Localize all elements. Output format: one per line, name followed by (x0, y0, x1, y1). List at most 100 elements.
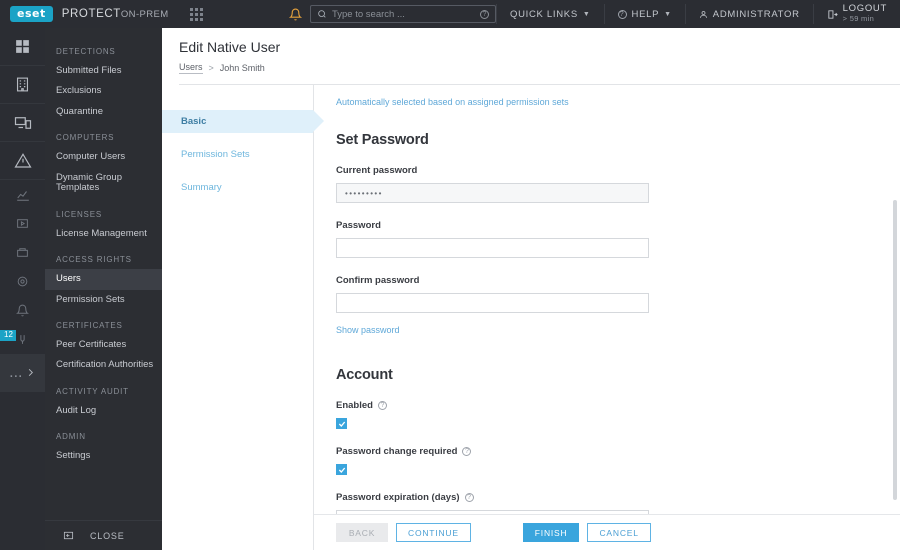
tab-basic[interactable]: Basic (162, 110, 324, 133)
reports-icon[interactable] (0, 180, 45, 209)
cancel-button[interactable]: CANCEL (587, 523, 651, 542)
sidebar-item-license-management[interactable]: License Management (45, 224, 162, 244)
sidebar-item-certification-authorities[interactable]: Certification Authorities (45, 355, 162, 375)
checkmark-icon (338, 467, 345, 473)
sidebar-close-button[interactable]: CLOSE (45, 520, 162, 550)
password-change-required-label: Password change required ? (336, 446, 900, 457)
status-overview-icon[interactable]: 12 (0, 325, 45, 354)
confirm-password-input[interactable] (336, 293, 649, 313)
sidebar-item-exclusions[interactable]: Exclusions (45, 81, 162, 101)
sidebar-item-permission-sets[interactable]: Permission Sets (45, 290, 162, 310)
tab-summary[interactable]: Summary (162, 176, 313, 199)
quick-links-label: QUICK LINKS (510, 8, 578, 20)
password-expiration-label-text: Password expiration (days) (336, 492, 460, 503)
brand-zone: eset PROTECTON-PREM (0, 0, 203, 28)
app-grid-icon[interactable] (189, 7, 203, 21)
set-password-heading: Set Password (336, 132, 429, 148)
help-circle-icon[interactable]: ? (377, 401, 387, 410)
help-circle-icon[interactable]: ? (462, 447, 472, 456)
password-change-required-label-text: Password change required (336, 446, 458, 457)
sidebar-group-admin: ADMIN Settings (45, 421, 162, 466)
detections-warning-icon[interactable] (0, 142, 45, 180)
help-circle-icon[interactable]: ? (464, 493, 474, 502)
finish-button[interactable]: FINISH (522, 523, 580, 542)
show-password-link[interactable]: Show password (336, 325, 400, 335)
top-header-bar: eset PROTECTON-PREM Type to search ... ?… (0, 0, 900, 28)
scrollbar-thumb[interactable] (893, 200, 897, 500)
enabled-field: Enabled ? (336, 400, 900, 429)
eset-logo[interactable]: eset (10, 6, 53, 22)
policies-icon[interactable] (0, 267, 45, 296)
rail-spacer (0, 392, 45, 550)
continue-button[interactable]: CONTINUE (396, 523, 471, 542)
wizard-content: Basic Permission Sets Summary Automatica… (162, 85, 900, 550)
rail-more-button[interactable]: ... (0, 354, 45, 392)
page-title: Edit Native User (179, 39, 281, 55)
chevron-down-icon: ▼ (582, 10, 591, 18)
quick-links-menu[interactable]: QUICK LINKS ▼ (497, 0, 604, 28)
installers-icon[interactable] (0, 238, 45, 267)
password-field: Password (336, 220, 900, 258)
logout-button[interactable]: LOGOUT > 59 min (814, 0, 900, 28)
auto-selected-note[interactable]: Automatically selected based on assigned… (336, 97, 569, 107)
sidebar-item-dynamic-group-templates[interactable]: Dynamic Group Templates (45, 168, 162, 199)
password-input[interactable] (336, 238, 649, 258)
help-circle-icon: ? (617, 9, 627, 19)
user-icon (699, 10, 707, 18)
vertical-scrollbar[interactable] (893, 85, 897, 550)
search-icon (318, 10, 326, 18)
sidebar-scroll-area: DETECTIONS Submitted Files Exclusions Qu… (45, 28, 162, 520)
sidebar-group-access-rights: ACCESS RIGHTS Users Permission Sets (45, 244, 162, 310)
status-badge: 12 (0, 330, 16, 341)
sidebar-group-detections: DETECTIONS Submitted Files Exclusions Qu… (45, 36, 162, 122)
sidebar-item-settings[interactable]: Settings (45, 446, 162, 466)
sidebar-group-title: ACCESS RIGHTS (56, 255, 132, 265)
notification-bell-icon[interactable] (283, 0, 310, 28)
notifications-icon[interactable] (0, 296, 45, 325)
breadcrumb-parent-link[interactable]: Users (179, 62, 203, 74)
collapse-panel-icon (63, 531, 74, 540)
product-name-main: PROTECT (61, 8, 121, 20)
user-name-label: ADMINISTRATOR (712, 8, 800, 20)
sidebar-item-audit-log[interactable]: Audit Log (45, 401, 162, 421)
sidebar-item-submitted-files[interactable]: Submitted Files (45, 61, 162, 81)
product-name: PROTECTON-PREM (62, 8, 169, 20)
search-input[interactable] (332, 8, 475, 20)
user-menu[interactable]: ADMINISTRATOR (686, 0, 813, 28)
page-header: Edit Native User Users > John Smith (162, 28, 900, 85)
password-label: Password (336, 220, 381, 231)
sidebar-item-peer-certificates[interactable]: Peer Certificates (45, 335, 162, 355)
building-icon[interactable] (0, 66, 45, 104)
enabled-checkbox[interactable] (336, 418, 347, 429)
computers-icon[interactable] (0, 104, 45, 142)
sidebar-item-computer-users[interactable]: Computer Users (45, 147, 162, 167)
wizard-tabs: Basic Permission Sets Summary (162, 85, 324, 550)
logout-icon (828, 9, 838, 19)
account-heading: Account (336, 367, 393, 383)
help-label: HELP (631, 8, 660, 20)
search-box[interactable]: ? (310, 5, 496, 23)
sidebar-group-title: LICENSES (56, 209, 102, 219)
form-panel: Automatically selected based on assigned… (314, 85, 900, 550)
application-window: eset PROTECTON-PREM Type to search ... ?… (0, 0, 900, 550)
back-button[interactable]: BACK (336, 523, 388, 542)
help-circle-icon[interactable]: ? (480, 9, 489, 19)
tasks-icon[interactable] (0, 209, 45, 238)
password-expiration-label: Password expiration (days) ? (336, 492, 900, 503)
body-region: 12 ... DETECTIONS Submitted Files Exclus… (0, 28, 900, 550)
rail-more-label: ... (9, 363, 23, 381)
tab-permission-sets[interactable]: Permission Sets (162, 143, 313, 166)
chevron-right-icon (28, 368, 33, 377)
sidebar-group-certificates: CERTIFICATES Peer Certificates Certifica… (45, 310, 162, 376)
sidebar-item-quarantine[interactable]: Quarantine (45, 102, 162, 122)
password-change-required-field: Password change required ? (336, 446, 900, 475)
main-content: Edit Native User Users > John Smith Basi… (162, 28, 900, 550)
sidebar-item-users[interactable]: Users (45, 269, 162, 290)
product-name-suffix: ON-PREM (120, 9, 169, 20)
password-change-required-checkbox[interactable] (336, 464, 347, 475)
sidebar-group-title: CERTIFICATES (56, 320, 123, 330)
dashboard-icon[interactable] (0, 28, 45, 66)
current-password-input[interactable]: ••••••••• (336, 183, 649, 203)
confirm-password-label: Confirm password (336, 275, 420, 286)
help-menu[interactable]: ? HELP ▼ (605, 0, 685, 28)
